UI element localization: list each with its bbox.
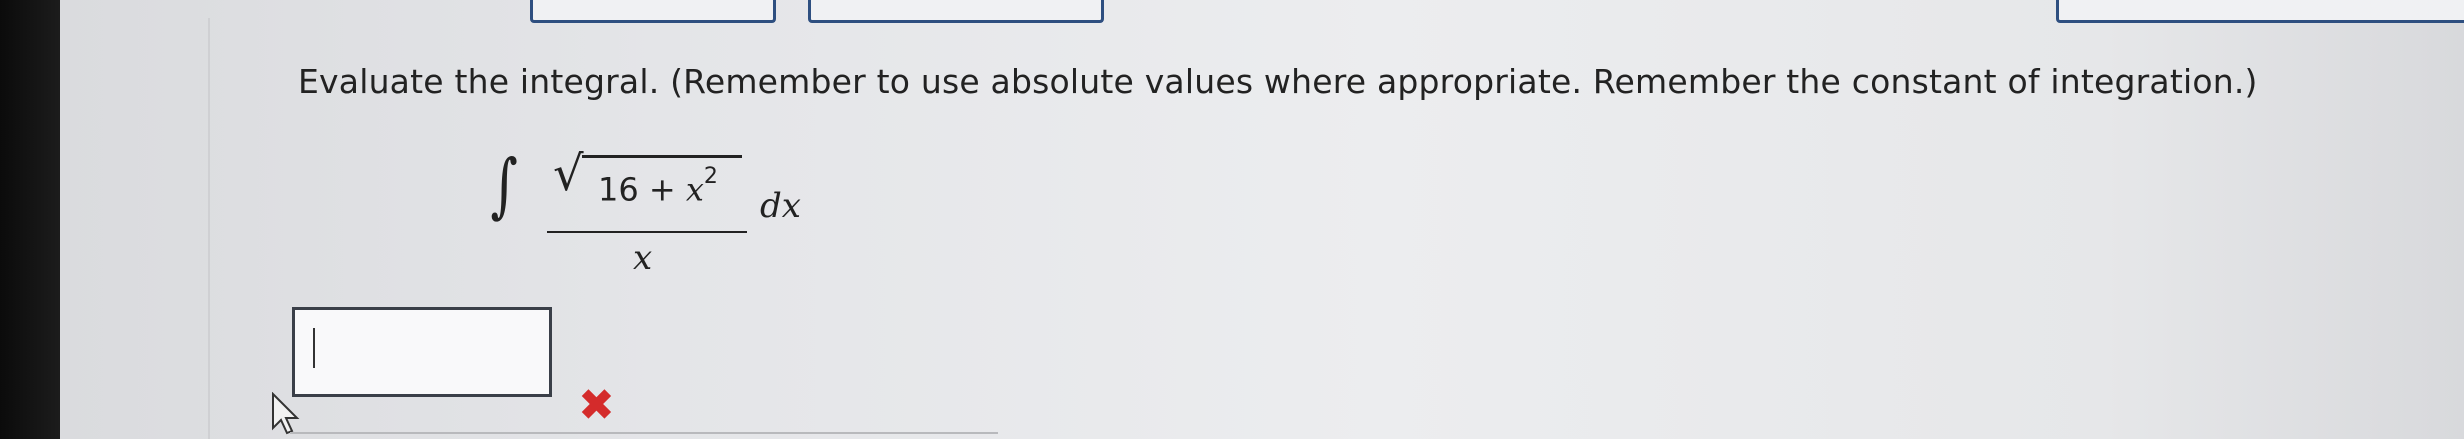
fraction-bar <box>547 231 747 233</box>
section-divider <box>290 432 998 434</box>
mouse-pointer-icon <box>272 392 300 435</box>
answer-input[interactable] <box>292 307 552 397</box>
square-root-symbol: √ <box>553 146 584 202</box>
fraction-denominator: x <box>633 238 653 278</box>
square-root-bar <box>582 155 742 158</box>
integral-symbol: ∫ <box>490 144 518 226</box>
radicand: 16 + x2 <box>598 164 718 209</box>
close-icon: ✖ <box>578 380 615 431</box>
text-caret <box>313 328 315 368</box>
toolbar-button-3[interactable] <box>2056 0 2464 23</box>
toolbar-button-2[interactable] <box>808 0 1104 23</box>
differential: dx <box>760 186 801 226</box>
question-instruction: Evaluate the integral. (Remember to use … <box>298 62 2258 101</box>
radicand-variable: x <box>685 170 704 209</box>
toolbar-button-1[interactable] <box>530 0 776 23</box>
radicand-constant: 16 + <box>598 170 686 209</box>
screen-bezel <box>0 0 60 439</box>
radicand-exponent: 2 <box>703 164 718 189</box>
